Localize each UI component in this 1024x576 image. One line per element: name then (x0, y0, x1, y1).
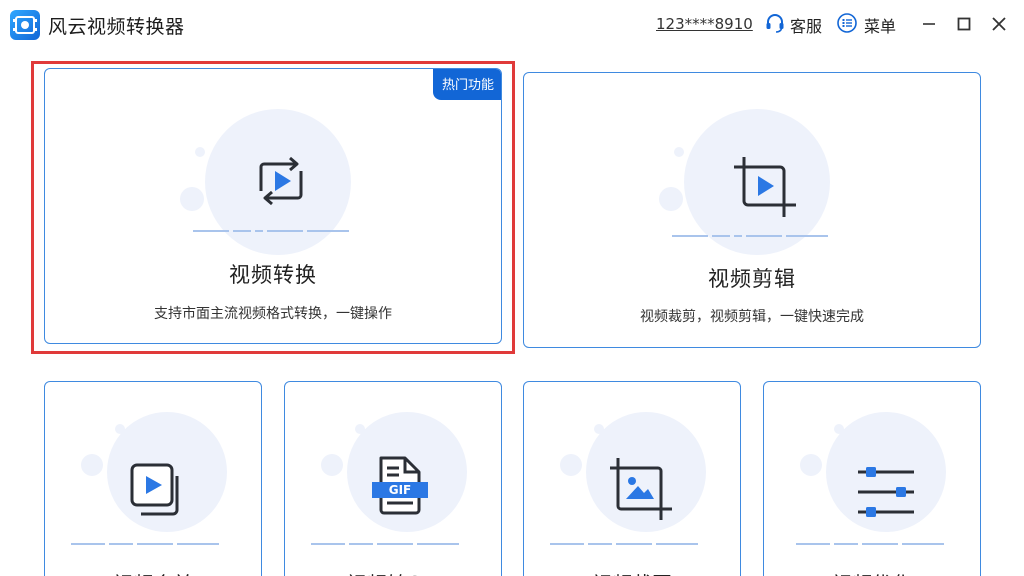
menu-label: 菜单 (864, 17, 897, 36)
decor-dot (659, 187, 683, 211)
decor-dot (231, 125, 245, 139)
video-convert-card[interactable]: 热门功能 视频转换 支持市面主流视频格式转换，一键操作 (44, 68, 502, 344)
decor-dot (594, 424, 604, 434)
video-to-gif-card[interactable]: GIF 视频转GIF (284, 381, 502, 576)
decor-dot (800, 454, 822, 476)
video-convert-icon (249, 149, 313, 217)
gif-label: GIF (388, 483, 412, 497)
video-screenshot-card[interactable]: 视频截图 (523, 381, 741, 576)
decor-dot (674, 147, 684, 157)
video-edit-title: 视频剪辑 (708, 267, 796, 291)
decor-dot (710, 125, 724, 139)
decor-dot (834, 424, 844, 434)
decor-dot (355, 424, 365, 434)
headset-icon (764, 12, 786, 38)
sliders-icon (856, 464, 916, 524)
minimize-icon (923, 23, 935, 25)
customer-service-button[interactable]: 客服 (764, 14, 822, 36)
close-button[interactable] (989, 14, 1009, 34)
video-screenshot-title: 视频截图 (524, 568, 740, 576)
decor-dot (180, 187, 204, 211)
decor-dot (195, 147, 205, 157)
decor-dot (321, 454, 343, 476)
video-edit-card[interactable]: 视频剪辑 视频裁剪，视频剪辑，一键快速完成 (523, 72, 981, 348)
title-bar: 风云视频转换器 123****8910 客服 菜单 (0, 0, 1024, 50)
decor-dot (81, 454, 103, 476)
minimize-button[interactable] (919, 14, 939, 34)
video-merge-title: 视频合并 (45, 568, 261, 576)
hot-feature-badge: 热门功能 (432, 69, 501, 100)
decor-dashline (550, 543, 698, 545)
video-optimize-title: 视频优化 (764, 568, 980, 576)
crop-image-icon (606, 454, 676, 528)
decor-dashline (672, 235, 828, 237)
maximize-icon (957, 17, 971, 31)
decor-dot (115, 424, 125, 434)
account-link[interactable]: 123****8910 (656, 15, 753, 33)
video-merge-card[interactable]: 视频合并 (44, 381, 262, 576)
menu-list-icon (836, 12, 858, 38)
video-to-gif-title: 视频转GIF (285, 568, 501, 576)
video-convert-title: 视频转换 (229, 263, 317, 287)
video-crop-icon (730, 151, 802, 227)
decor-dashline (71, 543, 219, 545)
app-title: 风云视频转换器 (48, 16, 185, 38)
close-icon (992, 17, 1006, 31)
app-logo-icon (10, 10, 40, 40)
video-optimize-card[interactable]: 视频优化 (763, 381, 981, 576)
maximize-button[interactable] (954, 14, 974, 34)
video-merge-icon (127, 462, 187, 526)
menu-button[interactable]: 菜单 (836, 12, 897, 38)
decor-dashline (193, 230, 349, 232)
video-edit-desc: 视频裁剪，视频剪辑，一键快速完成 (640, 309, 864, 325)
video-convert-desc: 支持市面主流视频格式转换，一键操作 (154, 306, 392, 322)
customer-service-label: 客服 (790, 17, 823, 36)
decor-dashline (311, 543, 459, 545)
decor-dashline (796, 543, 944, 545)
decor-dot (560, 454, 582, 476)
